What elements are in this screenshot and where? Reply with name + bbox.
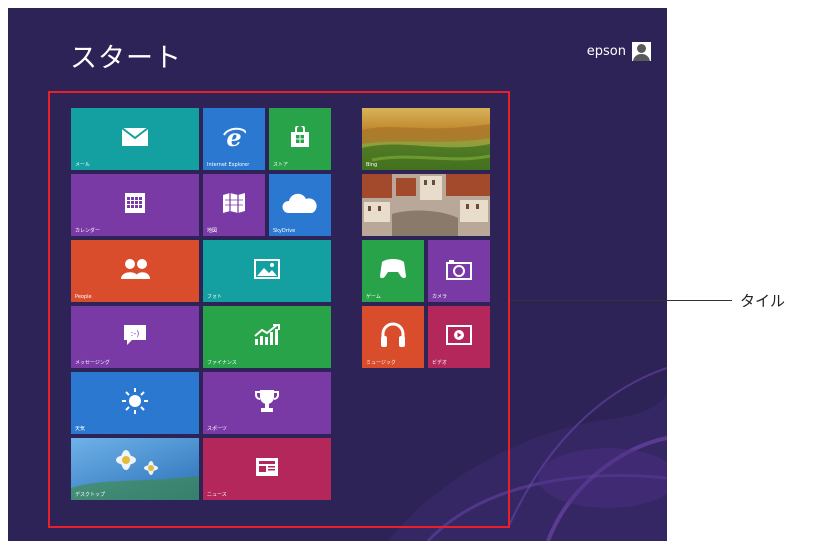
tiles-highlight-frame	[48, 91, 510, 528]
callout-label: タイル	[740, 292, 786, 310]
page-title: スタート	[70, 43, 182, 74]
callout-line	[510, 300, 732, 301]
username: epson	[586, 44, 626, 59]
user-account[interactable]: epson	[587, 42, 651, 61]
user-avatar-icon	[632, 42, 651, 61]
